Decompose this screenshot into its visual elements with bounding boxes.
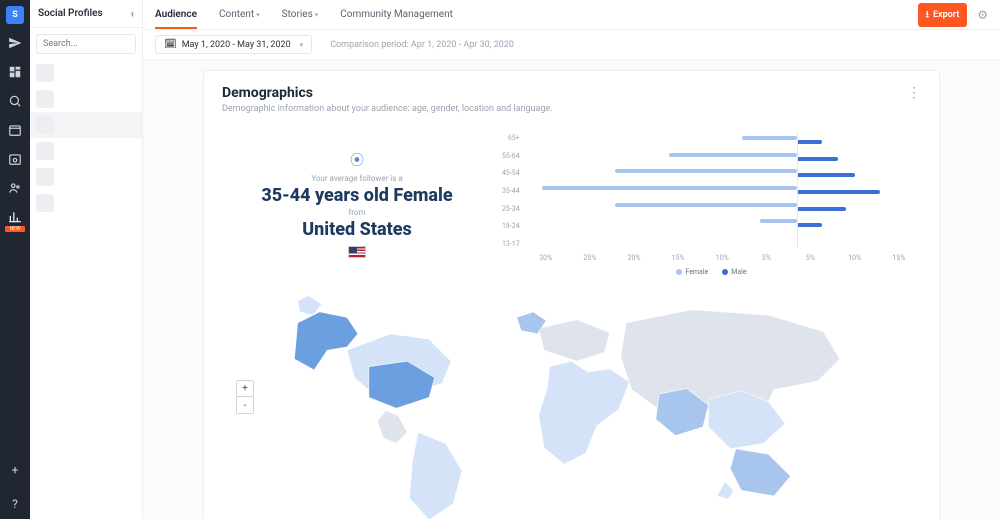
- export-button[interactable]: ⭳Export: [918, 3, 967, 27]
- date-range-picker[interactable]: 🗓 May 1, 2020 - May 31, 2020 ▾: [155, 35, 312, 54]
- app-badge[interactable]: S: [6, 6, 24, 24]
- nav-item-calendar[interactable]: [8, 123, 22, 140]
- map-svg[interactable]: [222, 290, 921, 519]
- profile-row[interactable]: [30, 190, 142, 216]
- zoom-out-button[interactable]: -: [237, 397, 253, 413]
- nav-item-people[interactable]: [8, 181, 22, 198]
- summary-from: from: [349, 208, 366, 217]
- comparison-period: Comparison period: Apr 1, 2020 - Apr 30,…: [330, 40, 514, 50]
- help-icon[interactable]: ?: [12, 497, 18, 511]
- filter-bar: 🗓 May 1, 2020 - May 31, 2020 ▾ Compariso…: [143, 30, 1000, 60]
- tab-audience[interactable]: Audience: [155, 1, 197, 28]
- summary-line-1: 35-44 years old Female: [261, 185, 452, 206]
- map-zoom: + -: [236, 380, 254, 414]
- avatar: [36, 90, 54, 108]
- tab-community[interactable]: Community Management: [340, 1, 453, 28]
- profile-row[interactable]: [30, 86, 142, 112]
- chevron-down-icon: ▾: [256, 11, 260, 19]
- age-gender-chart: 65+55-6445-5435-4425-3418-2413-17 30%25%…: [502, 132, 921, 262]
- card-title: Demographics: [222, 85, 553, 101]
- zoom-in-button[interactable]: +: [237, 381, 253, 397]
- world-map: + - 020060090012001...: [222, 290, 921, 519]
- legend: Female Male: [502, 268, 921, 276]
- demo-summary: ⦿ Your average follower is a 35-44 years…: [222, 132, 492, 276]
- top-bar: Audience Content▾ Stories▾ Community Man…: [143, 0, 1000, 30]
- globe-icon: ⦿: [350, 150, 364, 170]
- add-icon[interactable]: +: [12, 463, 19, 477]
- avatar: [36, 194, 54, 212]
- card-subtitle: Demographic information about your audie…: [222, 104, 553, 114]
- nav-rail: S NEW + ?: [0, 0, 30, 519]
- social-profiles-panel: Social Profiles ‹: [30, 0, 143, 519]
- us-flag-icon: [348, 246, 366, 258]
- gear-icon[interactable]: ⚙: [977, 8, 988, 22]
- search-input[interactable]: [36, 34, 136, 54]
- profile-row[interactable]: [30, 164, 142, 190]
- chevron-down-icon: ▾: [300, 41, 304, 49]
- collapse-icon[interactable]: ‹: [131, 7, 134, 20]
- profiles-title: Social Profiles: [38, 8, 103, 19]
- summary-lead: Your average follower is a: [311, 174, 402, 183]
- avatar: [36, 116, 54, 134]
- more-icon[interactable]: ⋮: [907, 85, 921, 101]
- new-label: NEW: [5, 226, 25, 232]
- demographics-card: Demographics Demographic information abo…: [203, 70, 940, 519]
- avatar: [36, 64, 54, 82]
- avatar: [36, 142, 54, 160]
- chevron-down-icon: ▾: [315, 11, 319, 19]
- download-icon: ⭳: [926, 7, 929, 23]
- profile-row[interactable]: [30, 112, 142, 138]
- nav-item-dash[interactable]: [8, 65, 22, 82]
- tab-stories[interactable]: Stories▾: [282, 1, 319, 28]
- profile-row[interactable]: [30, 60, 142, 86]
- nav-item-analytics[interactable]: NEW: [8, 210, 22, 227]
- calendar-icon: 🗓: [164, 39, 177, 50]
- tab-content[interactable]: Content▾: [219, 1, 260, 28]
- nav-item-send[interactable]: [8, 36, 22, 53]
- nav-item-schedule[interactable]: [8, 152, 22, 169]
- avatar: [36, 168, 54, 186]
- summary-line-2: United States: [302, 219, 411, 240]
- nav-item-discover[interactable]: [8, 94, 22, 111]
- profile-row[interactable]: [30, 138, 142, 164]
